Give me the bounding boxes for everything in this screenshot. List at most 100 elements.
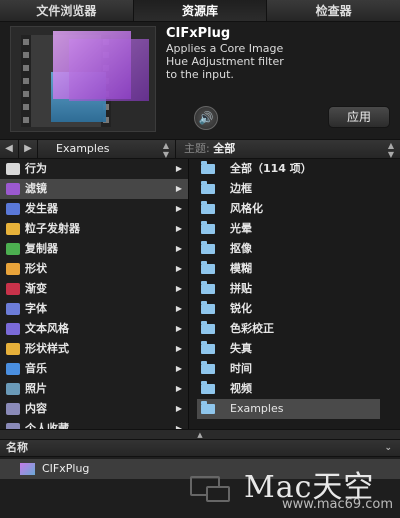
preview-description: Applies a Core Image Hue Adjustment filt… [166,42,284,81]
category-item[interactable]: 行为 ▶ [0,159,188,179]
disclosure-arrow-icon: ▶ [175,344,182,353]
category-label: 行为 [25,162,47,175]
category-item[interactable]: 复制器 ▶ [0,239,188,259]
category-label: 发生器 [25,202,58,215]
list-item-label: CIFxPlug [42,462,90,475]
tab-library[interactable]: 资源库 [133,0,268,21]
folder-item[interactable]: Examples [197,399,380,419]
category-item[interactable]: 渐变 ▶ [0,279,188,299]
folder-label: 锐化 [230,302,252,315]
category-list: 行为 ▶ 滤镜 ▶ 发生器 ▶ 粒子发射器 ▶ 复制器 ▶ 形状 ▶ 渐变 ▶ 字体 ▶ 文本风格 ▶ 形状样式 ▶ 音… [0,159,188,429]
folder-item[interactable]: 锐化 [197,299,400,319]
folder-item[interactable]: 抠像 [197,239,400,259]
shape-icon [6,263,20,275]
folder-label: 风格化 [230,202,263,215]
folder-label: 拼贴 [230,282,252,295]
disclosure-arrow-icon: ▶ [175,324,182,333]
speaker-icon[interactable]: 🔊 [194,106,218,130]
disclosure-arrow-icon: ▶ [175,384,182,393]
category-label: 形状 [25,262,47,275]
location-label: Examples [56,142,110,155]
preview-panel: CIFxPlug Applies a Core Image Hue Adjust… [0,22,400,139]
category-item[interactable]: 形状 ▶ [0,259,188,279]
disclosure-arrow-icon: ▶ [175,264,182,273]
category-item[interactable]: 个人收藏 ▶ [0,419,188,429]
navigation-bar: ◀ ▶ Examples ▲ ▼ 主题: 全部 ▲ ▼ [0,139,400,159]
preview-title: CIFxPlug [166,26,231,41]
name-header-label: 名称 [6,441,28,454]
folder-icon [201,161,215,174]
category-label: 照片 [25,382,47,395]
category-item[interactable]: 粒子发射器 ▶ [0,219,188,239]
folder-icon [201,221,215,234]
category-label: 粒子发射器 [25,222,80,235]
gradient-icon [6,283,20,295]
disclosure-arrow-icon: ▶ [175,224,182,233]
font-icon [6,303,20,315]
arrow-right-icon[interactable]: ▶ [19,140,38,158]
watermark-url: www.mac69.com [282,497,394,512]
category-label: 滤镜 [25,182,47,195]
category-item[interactable]: 音乐 ▶ [0,359,188,379]
folder-label: 时间 [230,362,252,375]
disclosure-arrow-icon: ▶ [175,284,182,293]
category-item[interactable]: 文本风格 ▶ [0,319,188,339]
folder-icon [201,381,215,394]
arrow-left-icon[interactable]: ◀ [0,140,19,158]
folder-item[interactable]: 视频 [197,379,400,399]
category-item[interactable]: 照片 ▶ [0,379,188,399]
disclosure-arrow-icon: ▶ [175,184,182,193]
folder-label: 失真 [230,342,252,355]
category-label: 文本风格 [25,322,69,335]
folder-icon [201,301,215,314]
category-label: 内容 [25,402,47,415]
category-item[interactable]: 发生器 ▶ [0,199,188,219]
category-item[interactable]: 形状样式 ▶ [0,339,188,359]
folder-icon [201,401,215,414]
category-item[interactable]: 滤镜 ▶ [0,179,188,199]
splitter-handle[interactable]: ▲ [0,429,400,439]
tab-file-browser[interactable]: 文件浏览器 [0,0,134,21]
stepper-icon: ▲ ▼ [387,141,394,159]
theme-value: 全部 [213,142,236,155]
replicator-icon [6,243,20,255]
category-label: 字体 [25,302,47,315]
category-item[interactable]: 字体 ▶ [0,299,188,319]
folder-icon [201,361,215,374]
disclosure-arrow-icon: ▶ [175,364,182,373]
tab-inspector[interactable]: 检查器 [267,0,400,21]
folder-item[interactable]: 失真 [197,339,400,359]
folder-label: 边框 [230,182,252,195]
folder-item[interactable]: 光晕 [197,219,400,239]
folder-icon [201,241,215,254]
category-label: 个人收藏 [25,422,69,429]
location-popup[interactable]: Examples ▲ ▼ [38,140,176,159]
folder-label: 全部（114 项） [230,162,312,175]
folder-icon [201,281,215,294]
folder-item[interactable]: 色彩校正 [197,319,400,339]
particle-icon [6,223,20,235]
theme-popup[interactable]: 主题: 全部 ▲ ▼ [176,140,400,159]
folder-item[interactable]: 风格化 [197,199,400,219]
apply-button[interactable]: 应用 [328,106,390,128]
preview-thumbnail [10,26,156,132]
generator-icon [6,203,20,215]
folder-label: Examples [230,402,284,415]
name-column-header[interactable]: 名称 ⌄ [0,439,400,457]
folder-item[interactable]: 模糊 [197,259,400,279]
folder-item[interactable]: 时间 [197,359,400,379]
folder-item[interactable]: 全部（114 项） [197,159,400,179]
folder-icon [201,261,215,274]
chevron-down-icon: ⌄ [384,443,392,453]
category-label: 复制器 [25,242,58,255]
text-style-icon [6,323,20,335]
folder-list: 全部（114 项） 边框风格化光晕 抠像 模糊拼贴锐化色彩校正失真时间视频 Exampl… [189,159,400,429]
category-item[interactable]: 内容 ▶ [0,399,188,419]
category-label: 音乐 [25,362,47,375]
disclosure-arrow-icon: ▶ [175,304,182,313]
disclosure-arrow-icon: ▶ [175,164,182,173]
disclosure-arrow-icon: ▶ [175,244,182,253]
category-label: 形状样式 [25,342,69,355]
folder-item[interactable]: 边框 [197,179,400,199]
folder-item[interactable]: 拼贴 [197,279,400,299]
